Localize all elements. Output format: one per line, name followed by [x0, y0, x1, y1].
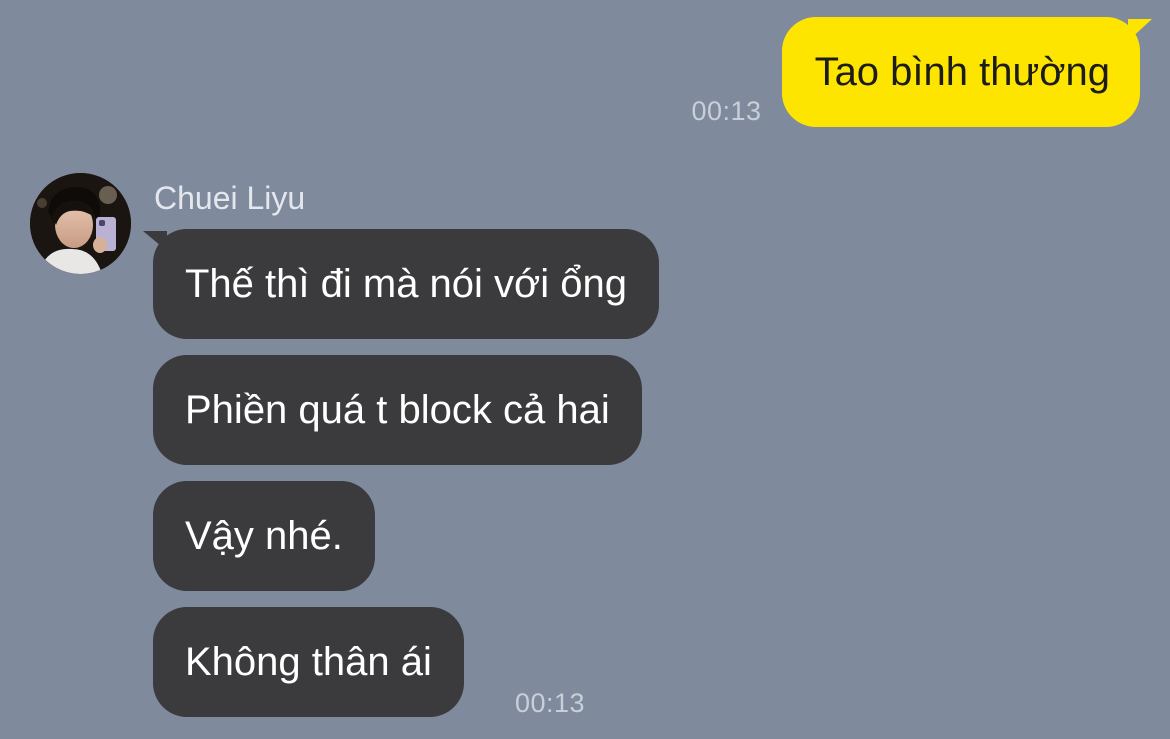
avatar-photo-icon: [30, 173, 131, 274]
incoming-bubble[interactable]: Không thân ái: [153, 607, 464, 717]
message-timestamp: 00:13: [691, 96, 762, 126]
outgoing-bubble[interactable]: Tao bình thường: [781, 17, 1152, 127]
incoming-bubble[interactable]: Thế thì đi mà nói với ổng: [143, 229, 660, 339]
message-text: Phiền quá t block cả hai: [185, 388, 610, 432]
outgoing-message: 00:13 Tao bình thường: [691, 17, 1152, 127]
message-text: Thế thì đi mà nói với ổng: [185, 262, 628, 306]
message-text: Tao bình thường: [814, 50, 1110, 94]
avatar[interactable]: [30, 173, 131, 274]
message-text: Không thân ái: [185, 640, 432, 684]
bubble-tail: [1128, 19, 1152, 41]
bubble-tail: [143, 231, 167, 251]
incoming-bubble[interactable]: Phiền quá t block cả hai: [153, 355, 642, 465]
chat-view: 00:13 Tao bình thường Chuei Liyu Thế thì…: [0, 0, 1170, 739]
message-text: Vậy nhé.: [185, 514, 343, 558]
incoming-bubble[interactable]: Vậy nhé.: [153, 481, 375, 591]
sender-name: Chuei Liyu: [154, 180, 306, 216]
message-timestamp: 00:13: [515, 688, 586, 718]
